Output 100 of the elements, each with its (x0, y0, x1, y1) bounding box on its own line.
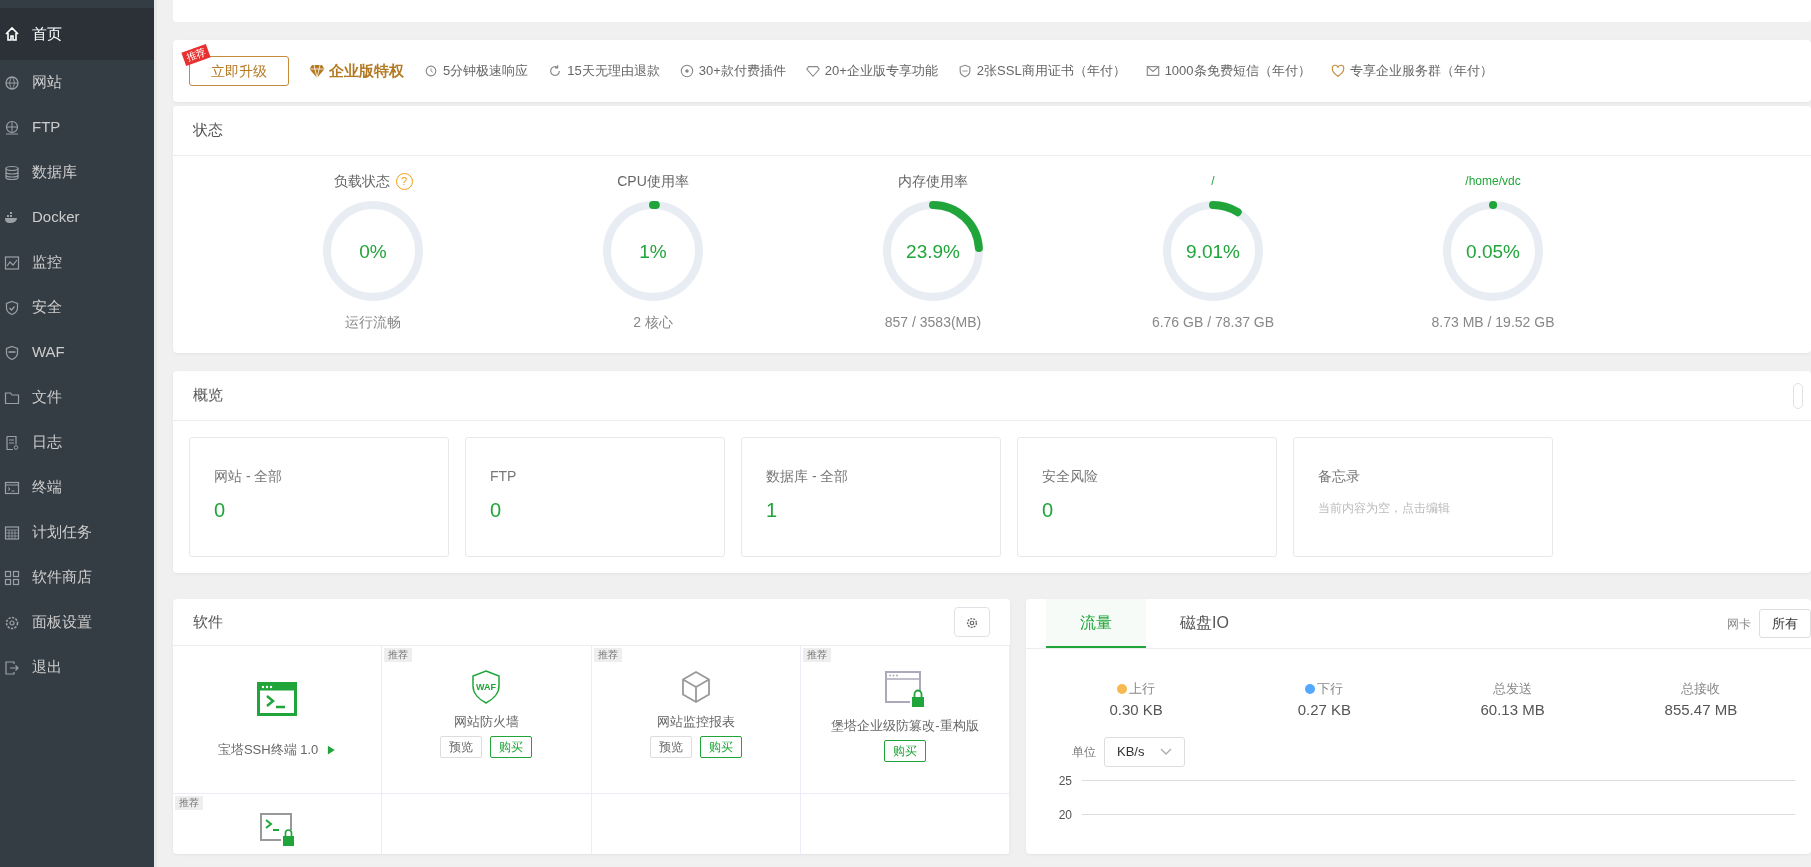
buy-button[interactable]: 购买 (699, 735, 742, 758)
gauge-caption: 2 核心 (633, 313, 673, 332)
gauge-ring: 9.01% (1160, 198, 1266, 304)
overview-card[interactable]: 备忘录 当前内容为空，点击编辑 (1293, 437, 1553, 557)
stat-value: 855.47 MB (1663, 699, 1739, 720)
sidebar-item[interactable]: 监控 (0, 240, 154, 285)
diamond-icon (309, 63, 325, 79)
overview-card[interactable]: 安全风险 0 (1017, 437, 1277, 557)
gauge-ring: 23.9% (880, 198, 986, 304)
overview-card[interactable]: FTP 0 (465, 437, 725, 557)
stat-label: 上行 (1129, 680, 1156, 698)
privilege-title: 企业版特权 (329, 60, 404, 81)
terminal-icon (257, 682, 298, 716)
stat-value: 0.27 KB (1296, 699, 1353, 720)
stat-value: 60.13 MB (1479, 699, 1546, 720)
terminal-lock-icon (259, 812, 296, 846)
gauge-ring: 0% (320, 198, 426, 304)
cube-icon (679, 670, 712, 704)
buy-button[interactable]: 购买 (490, 735, 533, 758)
gauge-ring: 1% (600, 198, 706, 304)
database-icon (4, 164, 20, 181)
field-label: 单位 (1072, 743, 1096, 761)
overview-card[interactable]: 数据库 - 全部 1 (741, 437, 1001, 557)
axis-label: 25 (1057, 772, 1072, 790)
card-note: 当前内容为空，点击编辑 (1318, 500, 1451, 517)
preview-button[interactable]: 预览 (440, 735, 483, 758)
document-icon (4, 434, 20, 451)
sidebar-item[interactable]: FTP (0, 105, 154, 150)
card-label: 备忘录 (1318, 467, 1361, 486)
card-label: 安全风险 (1042, 467, 1099, 486)
sidebar-item[interactable]: 文件 (0, 375, 154, 420)
diamond-icon (805, 64, 820, 78)
shield-icon (957, 64, 972, 78)
recommend-tag: 推荐 (802, 648, 831, 662)
sidebar-item[interactable]: 首页 (0, 8, 154, 60)
sidebar-item[interactable]: 终端 (0, 465, 154, 510)
sidebar-item[interactable]: 软件商店 (0, 555, 154, 600)
card-label: 网站 - 全部 (214, 467, 284, 486)
software-name: 网站防火墙 (453, 713, 519, 731)
stat-label: 总发送 (1493, 680, 1533, 698)
feature-text: 5分钟极速响应 (443, 62, 529, 81)
envelope-icon (1145, 64, 1160, 78)
unit-select[interactable]: KB/s (1104, 737, 1186, 767)
play-icon (326, 743, 337, 756)
sidebar-item[interactable]: 安全 (0, 285, 154, 330)
feature-text: 2张SSL商用证书（年付） (976, 62, 1126, 81)
grid-icon (4, 569, 20, 586)
card-label: FTP (490, 467, 518, 486)
heart-icon (1330, 64, 1345, 78)
recommend-tag: 推荐 (384, 648, 413, 662)
card-value: 0 (1042, 498, 1055, 523)
home-icon (4, 26, 20, 42)
feature-text: 20+企业版专享功能 (824, 62, 938, 81)
sidebar-item[interactable]: 网站 (0, 60, 154, 105)
preview-button[interactable]: 预览 (649, 735, 692, 758)
sidebar-item[interactable]: WAF (0, 330, 154, 375)
settings-button[interactable] (954, 607, 990, 637)
stat-value: 0.30 KB (1108, 699, 1164, 720)
globe-icon (4, 74, 20, 91)
sidebar-item[interactable]: 面板设置 (0, 600, 154, 645)
feature-text: 15天无理由退款 (567, 62, 660, 81)
sidebar-item[interactable]: Docker (0, 195, 154, 240)
stat-label: 总接收 (1681, 680, 1721, 698)
sidebar-item[interactable]: 退出 (0, 645, 154, 690)
card-value: 0 (214, 498, 227, 523)
panel-title: 状态 (193, 120, 223, 141)
gauge-caption: 8.73 MB / 19.52 GB (1431, 313, 1555, 332)
logout-icon (4, 659, 20, 676)
feature-text: 专享企业服务群（年付） (1349, 62, 1493, 81)
gauge-label: CPU使用率 (617, 171, 689, 191)
overview-card[interactable]: 网站 - 全部 0 (189, 437, 449, 557)
shield-icon (4, 299, 20, 316)
software-name: 宝塔SSH终端 1.0 (217, 741, 319, 759)
gear-icon (4, 614, 20, 631)
panel-title: 概览 (193, 385, 223, 406)
gauge-caption: 857 / 3583(MB) (884, 313, 982, 332)
field-label: 网卡 (1727, 615, 1751, 633)
gauge-label: 内存使用率 (898, 171, 968, 191)
terminal-icon (4, 479, 20, 496)
shield-icon (4, 344, 20, 361)
sidebar-item[interactable]: 数据库 (0, 150, 154, 195)
sidebar-item[interactable]: 计划任务 (0, 510, 154, 555)
feature-text: 30+款付费插件 (698, 62, 786, 81)
feature-text: 1000条免费短信（年付） (1164, 62, 1311, 81)
chart-icon (4, 254, 20, 271)
card-value: 0 (490, 498, 503, 523)
nic-select[interactable]: 所有 (1759, 608, 1811, 639)
panel-title: 软件 (193, 611, 223, 632)
clock-icon (424, 64, 438, 78)
software-name: 网站监控报表 (656, 713, 735, 731)
calendar-icon (4, 524, 20, 541)
waf-shield-icon: WAF (471, 670, 502, 704)
software-name: 堡塔企业级防篡改-重构版 (831, 717, 979, 735)
card-value: 1 (766, 498, 779, 523)
buy-button[interactable]: 购买 (883, 739, 926, 762)
globe-icon (4, 119, 20, 136)
browser-lock-icon (883, 670, 926, 708)
sidebar-item[interactable]: 日志 (0, 420, 154, 465)
recommend-tag: 推荐 (593, 648, 622, 662)
gear-icon (965, 615, 979, 630)
